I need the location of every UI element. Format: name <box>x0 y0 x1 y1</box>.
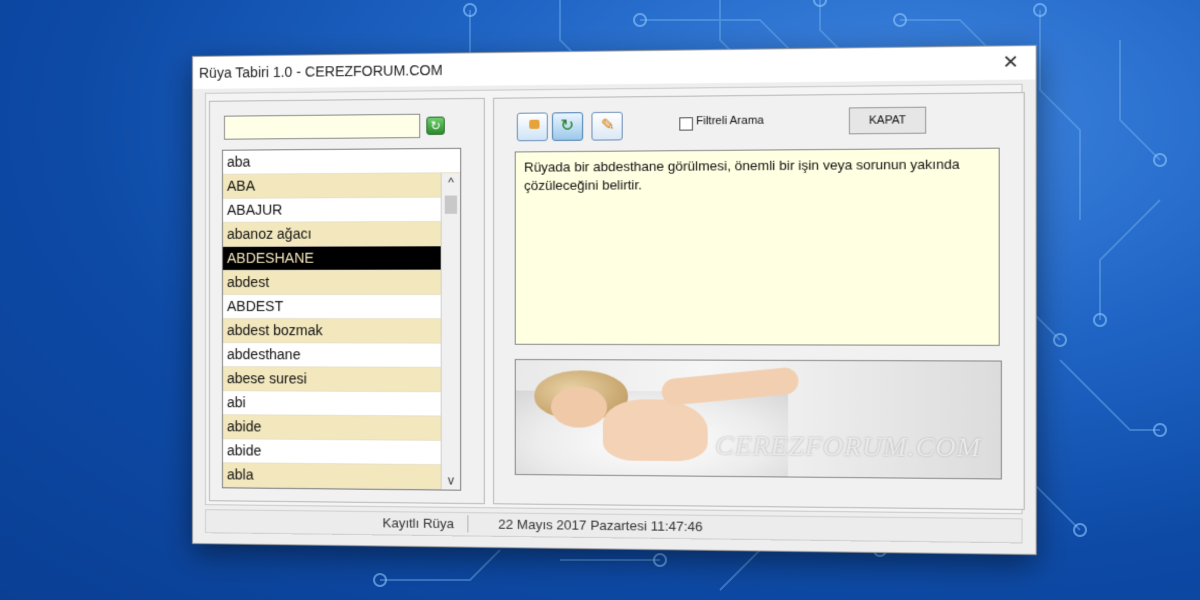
scroll-up-icon[interactable]: ^ <box>442 173 460 191</box>
image-face <box>550 386 608 428</box>
image-watermark: CEREZFORUM.COM <box>715 430 982 463</box>
scroll-thumb[interactable] <box>444 195 458 214</box>
list-item[interactable]: abdesthane <box>222 343 461 368</box>
app-window: Rüya Tabiri 1.0 - CEREZFORUM.COM ✕ ↻ aba… <box>192 44 1037 556</box>
list-item[interactable]: abide <box>222 439 461 466</box>
list-item[interactable]: abla <box>222 463 461 490</box>
list-item[interactable]: abi <box>222 391 461 417</box>
image-shoulder <box>602 399 708 462</box>
open-folder-icon[interactable] <box>516 112 548 142</box>
status-record-label: Kayıtlı Rüya <box>382 515 455 532</box>
scroll-down-icon[interactable]: v <box>442 471 460 489</box>
status-bar: Kayıtlı Rüya 22 Mayıs 2017 Pazartesi 11:… <box>204 509 1023 544</box>
dream-image: CEREZFORUM.COM <box>514 359 1002 480</box>
window-title: Rüya Tabiri 1.0 - CEREZFORUM.COM <box>198 61 443 81</box>
dream-list[interactable]: aba ABA ABAJUR abanoz ağacı ABDESHANE abdest A… <box>221 147 462 491</box>
refresh-icon[interactable]: ↻ <box>426 116 445 135</box>
list-item[interactable]: abanoz ağacı <box>222 221 461 247</box>
list-item[interactable]: abdest bozmak <box>222 319 461 344</box>
edit-notes-icon[interactable] <box>591 111 623 141</box>
close-icon[interactable]: ✕ <box>999 51 1023 73</box>
dream-description: Rüyada bir abdesthane görülmesi, önemli … <box>514 147 1000 346</box>
list-item[interactable]: aba <box>222 148 461 175</box>
list-item[interactable]: abese suresi <box>222 367 461 393</box>
list-item[interactable]: ABAJUR <box>222 197 461 223</box>
status-datetime: 22 Mayıs 2017 Pazartesi 11:47:46 <box>498 516 703 535</box>
list-item[interactable]: ABDESHANE <box>222 246 461 271</box>
list-item[interactable]: abdest <box>222 270 461 295</box>
refresh-list-icon[interactable] <box>551 112 584 141</box>
list-item[interactable]: ABDEST <box>222 294 461 320</box>
close-button[interactable]: KAPAT <box>848 106 927 135</box>
list-item[interactable]: ABA <box>222 173 461 199</box>
dream-detail-panel: Filtreli Arama KAPAT Rüyada bir abdestha… <box>493 92 1025 511</box>
search-input[interactable] <box>223 113 421 140</box>
list-item[interactable]: abide <box>222 415 461 442</box>
filter-label: Filtreli Arama <box>696 114 764 128</box>
filter-checkbox[interactable] <box>679 117 693 131</box>
status-separator <box>467 515 469 533</box>
list-scrollbar[interactable]: ^ v <box>440 173 461 490</box>
dream-list-panel: ↻ aba ABA ABAJUR abanoz ağacı ABDESHANE abdes… <box>208 97 485 505</box>
